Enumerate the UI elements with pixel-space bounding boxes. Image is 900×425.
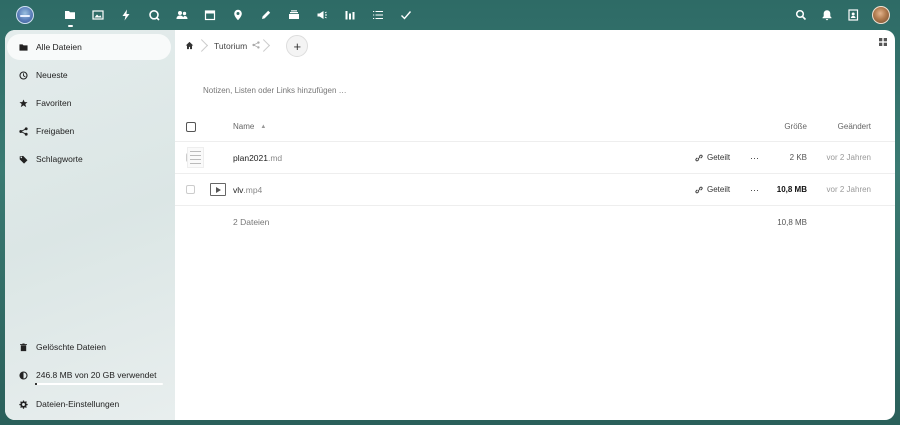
- gear-icon: [18, 399, 28, 409]
- notifications-icon[interactable]: [814, 0, 840, 30]
- sidebar-item-label: Freigaben: [36, 126, 75, 136]
- shared-link[interactable]: Geteilt: [695, 153, 730, 162]
- nextcloud-logo-icon[interactable]: [16, 6, 34, 24]
- app-navigation: Alle Dateien Neueste Favoriten Freigaben…: [5, 30, 175, 420]
- total-size: 10,8 MB: [777, 217, 807, 227]
- sidebar-item-label: Schlagworte: [36, 154, 83, 164]
- sidebar-item-label: Gelöschte Dateien: [36, 342, 106, 352]
- files-content: Tutorium + Notizen, Listen oder Links hi…: [175, 30, 895, 420]
- maps-icon[interactable]: [224, 0, 252, 30]
- text-file-thumbnail: [187, 147, 204, 168]
- contacts-menu-icon[interactable]: [840, 0, 866, 30]
- sidebar-footer: Gelöschte Dateien 246.8 MB von 20 GB ver…: [5, 332, 175, 420]
- share-icon: [18, 126, 28, 136]
- search-icon[interactable]: [788, 0, 814, 30]
- link-icon: [695, 154, 703, 161]
- table-summary: 2 Dateien 10,8 MB: [175, 206, 895, 238]
- file-modified: vor 2 Jahren: [826, 153, 871, 162]
- top-app-bar: [0, 0, 900, 30]
- app-menu: [56, 0, 420, 30]
- sidebar-item-favorites[interactable]: Favoriten: [7, 90, 171, 116]
- notes-edit-icon[interactable]: [252, 0, 280, 30]
- list-icon[interactable]: [364, 0, 392, 30]
- analytics-icon[interactable]: [336, 0, 364, 30]
- add-new-button[interactable]: +: [286, 35, 309, 57]
- breadcrumb: Tutorium +: [175, 30, 895, 62]
- sidebar-item-label: Dateien-Einstellungen: [36, 399, 120, 409]
- tasks-check-icon[interactable]: [392, 0, 420, 30]
- file-size: 10,8 MB: [776, 185, 807, 194]
- sidebar-item-label: Alle Dateien: [36, 42, 82, 52]
- star-icon: [18, 98, 28, 108]
- file-modified: vor 2 Jahren: [826, 185, 871, 194]
- file-name[interactable]: plan2021 .md: [233, 153, 282, 163]
- activity-icon[interactable]: [112, 0, 140, 30]
- file-count: 2 Dateien: [233, 217, 270, 227]
- video-file-icon: [210, 183, 226, 196]
- sidebar-item-tags[interactable]: Schlagworte: [7, 146, 171, 172]
- home-icon[interactable]: [185, 41, 194, 52]
- table-row[interactable]: plan2021 .md Geteilt ··· 2 KB vor 2 Jahre…: [175, 142, 895, 174]
- table-header: Name ▲ Größe Geändert: [175, 112, 895, 142]
- calendar-icon[interactable]: [196, 0, 224, 30]
- table-row[interactable]: vlv .mp4 Geteilt ··· 10,8 MB vor 2 Jahren: [175, 174, 895, 206]
- breadcrumb-folder[interactable]: Tutorium: [214, 41, 247, 51]
- user-avatar[interactable]: [872, 6, 890, 24]
- link-icon: [695, 186, 703, 193]
- sidebar-item-all-files[interactable]: Alle Dateien: [7, 34, 171, 60]
- name-column-header[interactable]: Name ▲: [233, 122, 266, 131]
- sidebar-item-shares[interactable]: Freigaben: [7, 118, 171, 144]
- file-name[interactable]: vlv .mp4: [233, 185, 262, 195]
- photos-icon[interactable]: [84, 0, 112, 30]
- modified-column-header[interactable]: Geändert: [811, 122, 871, 131]
- breadcrumb-separator: [262, 38, 270, 54]
- tag-icon: [18, 154, 28, 164]
- files-app-window: Alle Dateien Neueste Favoriten Freigaben…: [5, 30, 895, 420]
- sort-ascending-icon: ▲: [260, 123, 267, 130]
- sidebar-item-label: Neueste: [36, 70, 68, 80]
- sidebar-item-recent[interactable]: Neueste: [7, 62, 171, 88]
- clock-icon: [18, 70, 28, 80]
- header-right: [788, 0, 890, 30]
- contacts-icon[interactable]: [168, 0, 196, 30]
- shared-link[interactable]: Geteilt: [695, 185, 730, 194]
- search-talk-icon[interactable]: [140, 0, 168, 30]
- size-column-header[interactable]: Größe: [747, 122, 807, 131]
- announcement-icon[interactable]: [308, 0, 336, 30]
- rich-workspace-placeholder[interactable]: Notizen, Listen oder Links hinzufügen …: [203, 86, 347, 95]
- file-size: 2 KB: [789, 153, 807, 162]
- deck-icon[interactable]: [280, 0, 308, 30]
- quota-text: 246.8 MB von 20 GB verwendet: [36, 370, 157, 380]
- files-icon[interactable]: [56, 0, 84, 30]
- breadcrumb-separator: [200, 38, 208, 54]
- sidebar-item-settings[interactable]: Dateien-Einstellungen: [7, 391, 171, 417]
- grid-view-icon[interactable]: [879, 38, 887, 48]
- row-checkbox[interactable]: [186, 185, 195, 194]
- sidebar-item-label: Favoriten: [36, 98, 72, 108]
- trash-icon: [18, 342, 28, 352]
- select-all-checkbox[interactable]: [186, 121, 196, 132]
- files-table: Name ▲ Größe Geändert plan2021 .md Geteil…: [175, 112, 895, 238]
- sidebar-item-deleted-files[interactable]: Gelöschte Dateien: [7, 334, 171, 360]
- folder-icon: [18, 42, 28, 52]
- pie-chart-icon: [18, 370, 28, 380]
- quota-progress-bar: [35, 383, 163, 385]
